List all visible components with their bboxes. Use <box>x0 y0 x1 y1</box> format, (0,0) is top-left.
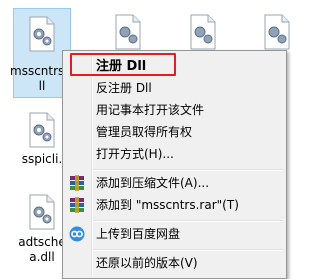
winrar-icon <box>70 175 84 191</box>
context-menu: 注册 Dll 反注册 Dll 用记事本打开该文件 管理员取得所有权 打开方式(H… <box>62 50 287 279</box>
menu-item-unregister-dll[interactable]: 反注册 Dll <box>65 78 284 99</box>
menu-item-label: 添加到压缩文件(A)... <box>96 176 210 190</box>
menu-separator <box>94 249 282 251</box>
dll-file-icon <box>29 16 55 52</box>
menu-separator <box>94 169 282 171</box>
menu-item-open-with[interactable]: 打开方式(H)... <box>65 144 284 165</box>
dll-file-icon <box>29 112 55 148</box>
menu-item-add-to-rar[interactable]: 添加到 "msscntrs.rar"(T) <box>65 195 284 216</box>
menu-item-label: 添加到 "msscntrs.rar"(T) <box>96 198 239 212</box>
menu-item-label: 还原以前的版本(V) <box>96 256 198 270</box>
dll-file-icon <box>264 14 290 50</box>
menu-item-open-notepad[interactable]: 用记事本打开该文件 <box>65 100 284 121</box>
dll-file-icon <box>115 14 141 50</box>
menu-item-label: 打开方式(H)... <box>96 147 174 161</box>
menu-item-label: 用记事本打开该文件 <box>96 103 205 117</box>
menu-item-take-ownership[interactable]: 管理员取得所有权 <box>65 122 284 143</box>
dll-file-icon <box>29 194 55 230</box>
winrar-icon <box>70 197 84 213</box>
menu-separator <box>94 220 282 222</box>
annotation-highlight-box <box>70 53 176 76</box>
menu-item-label: 反注册 Dll <box>96 81 152 95</box>
menu-item-restore-versions[interactable]: 还原以前的版本(V) <box>65 253 284 274</box>
dll-file-icon <box>190 14 216 50</box>
menu-item-label: 上传到百度网盘 <box>96 227 181 241</box>
menu-item-upload-baidu[interactable]: 上传到百度网盘 <box>65 224 284 245</box>
menu-item-label: 管理员取得所有权 <box>96 125 193 139</box>
baidu-netdisk-icon <box>69 226 85 242</box>
menu-item-add-to-archive[interactable]: 添加到压缩文件(A)... <box>65 173 284 194</box>
